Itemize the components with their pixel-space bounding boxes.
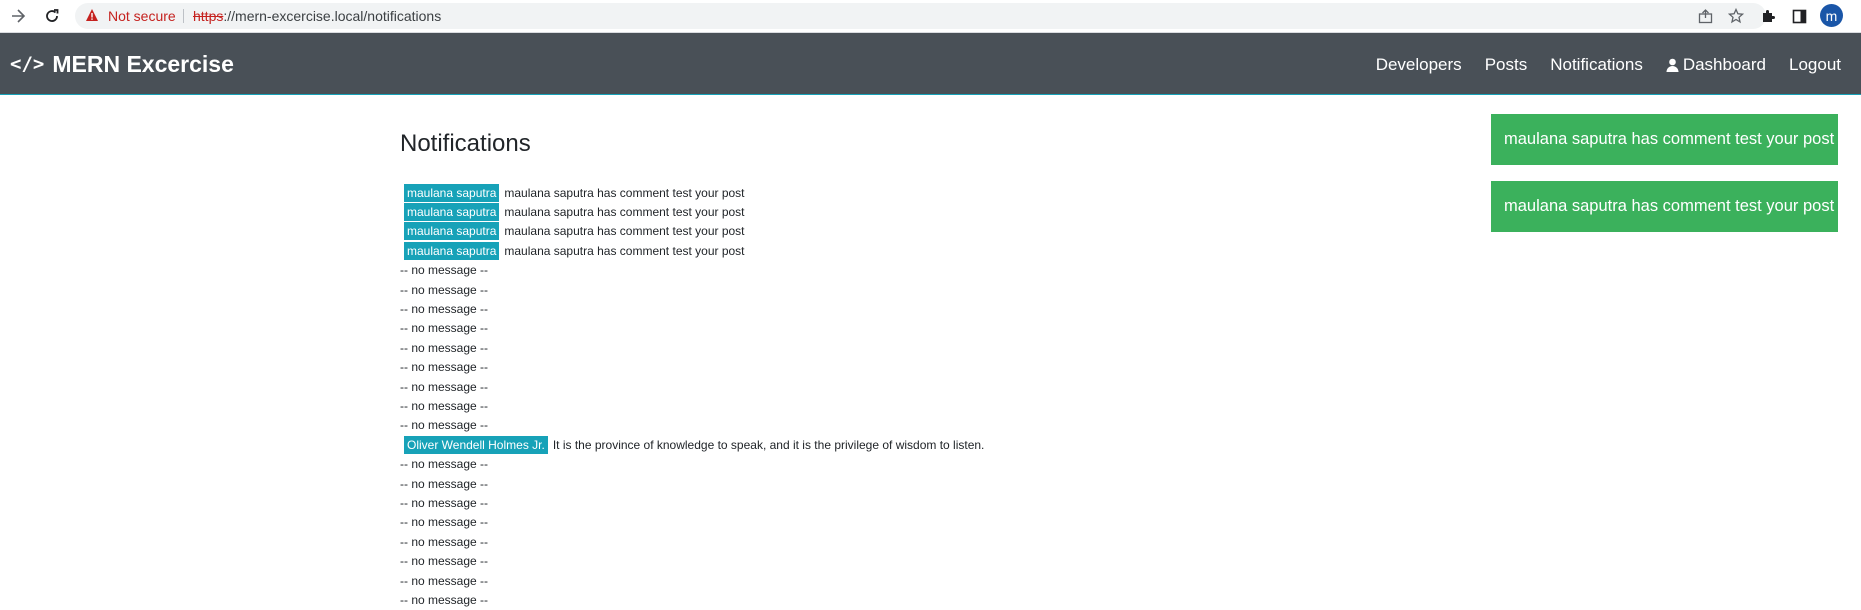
notification-message: maulana saputra has comment test your po… [504, 224, 745, 239]
notification-message: It is the province of knowledge to speak… [552, 437, 985, 452]
notification-message: -- no message -- [400, 263, 489, 278]
notification-message: maulana saputra has comment test your po… [504, 185, 745, 200]
list-item: -- no message -- [400, 513, 1300, 532]
nav-link-posts[interactable]: Posts [1485, 55, 1528, 75]
notification-message: -- no message -- [400, 592, 489, 607]
browser-toolbar: Not secure https://mern-excercise.local/… [0, 0, 1861, 33]
list-item: Oliver Wendell Holmes Jr. It is the provi… [400, 435, 1300, 454]
toast-notification[interactable]: maulana saputra has comment test your po… [1491, 181, 1838, 232]
list-item: -- no message -- [400, 377, 1300, 396]
sender-badge: Oliver Wendell Holmes Jr. [404, 435, 548, 454]
list-item: -- no message -- [400, 338, 1300, 357]
puzzle-icon[interactable] [1757, 5, 1779, 27]
list-item: -- no message -- [400, 474, 1300, 493]
notification-message: maulana saputra has comment test your po… [504, 205, 745, 220]
notifications-list: maulana saputra maulana saputra has comme… [400, 183, 1300, 610]
list-item: -- no message -- [400, 551, 1300, 570]
list-item: -- no message -- [400, 532, 1300, 551]
nav-link-logout[interactable]: Logout [1789, 55, 1841, 75]
url-scheme: https [193, 8, 224, 24]
nav-link-developers[interactable]: Developers [1376, 55, 1462, 75]
list-item: -- no message -- [400, 590, 1300, 609]
notification-message: -- no message -- [400, 515, 489, 530]
nav-link-dashboard-label: Dashboard [1682, 55, 1766, 74]
share-icon[interactable] [1696, 7, 1714, 25]
warning-icon[interactable] [85, 8, 99, 22]
list-item: -- no message -- [400, 280, 1300, 299]
star-icon[interactable] [1727, 7, 1745, 25]
sender-badge: maulana saputra [404, 222, 500, 241]
notification-message: -- no message -- [400, 360, 489, 375]
address-bar[interactable]: Not secure https://mern-excercise.local/… [75, 3, 1766, 29]
list-item: -- no message -- [400, 261, 1300, 280]
notification-message: -- no message -- [400, 398, 489, 413]
nav-link-notifications[interactable]: Notifications [1550, 55, 1643, 75]
notification-message: -- no message -- [400, 457, 489, 472]
list-item: -- no message -- [400, 571, 1300, 590]
reload-icon[interactable] [40, 4, 64, 28]
list-item: -- no message -- [400, 319, 1300, 338]
notification-message: -- no message -- [400, 379, 489, 394]
notification-message: -- no message -- [400, 282, 489, 297]
list-item: maulana saputra maulana saputra has comme… [400, 241, 1300, 260]
list-item: -- no message -- [400, 493, 1300, 512]
omnibox-divider [183, 9, 184, 23]
list-item: maulana saputra maulana saputra has comme… [400, 202, 1300, 222]
brand-link[interactable]: </> MERN Excercise [10, 50, 234, 78]
notification-message: maulana saputra has comment test your po… [504, 243, 745, 258]
list-item: -- no message -- [400, 454, 1300, 473]
notification-message: -- no message -- [400, 554, 489, 569]
sender-badge: maulana saputra [404, 241, 500, 260]
notification-message: -- no message -- [400, 573, 489, 588]
notification-message: -- no message -- [400, 418, 489, 433]
list-item: maulana saputra maulana saputra has comme… [400, 183, 1300, 202]
list-item: -- no message -- [400, 416, 1300, 435]
notification-message: -- no message -- [400, 321, 489, 336]
notification-message: -- no message -- [400, 495, 489, 510]
back-arrow-icon[interactable] [6, 4, 30, 28]
notifications-section: Notifications maulana saputra maulana sap… [400, 130, 1300, 607]
not-secure-label[interactable]: Not secure [108, 8, 176, 24]
list-item: -- no message -- [400, 396, 1300, 415]
brand-title: MERN Excercise [52, 50, 234, 77]
code-icon: </> [10, 53, 45, 75]
url-path: ://mern-excercise.local/notifications [223, 8, 442, 24]
notification-message: -- no message -- [400, 476, 489, 491]
nav-links: Developers Posts Notifications Dashboard… [1353, 53, 1841, 77]
url-text[interactable]: https://mern-excercise.local/notificatio… [193, 8, 441, 24]
notification-message: -- no message -- [400, 302, 489, 317]
app-navbar: </> MERN Excercise Developers Posts Noti… [0, 33, 1861, 95]
list-item: -- no message -- [400, 358, 1300, 377]
list-item: maulana saputra maulana saputra has comme… [400, 222, 1300, 241]
user-icon [1666, 58, 1679, 72]
notification-message: -- no message -- [400, 340, 489, 355]
notification-message: -- no message -- [400, 534, 489, 549]
profile-avatar[interactable]: m [1820, 4, 1843, 27]
list-item: -- no message -- [400, 299, 1300, 318]
sender-badge: maulana saputra [404, 203, 500, 222]
nav-link-dashboard[interactable]: Dashboard [1666, 55, 1766, 75]
sender-badge: maulana saputra [404, 183, 500, 202]
side-panel-icon[interactable] [1788, 5, 1810, 27]
toast-notification[interactable]: maulana saputra has comment test your po… [1491, 114, 1838, 165]
page-title: Notifications [400, 130, 531, 157]
